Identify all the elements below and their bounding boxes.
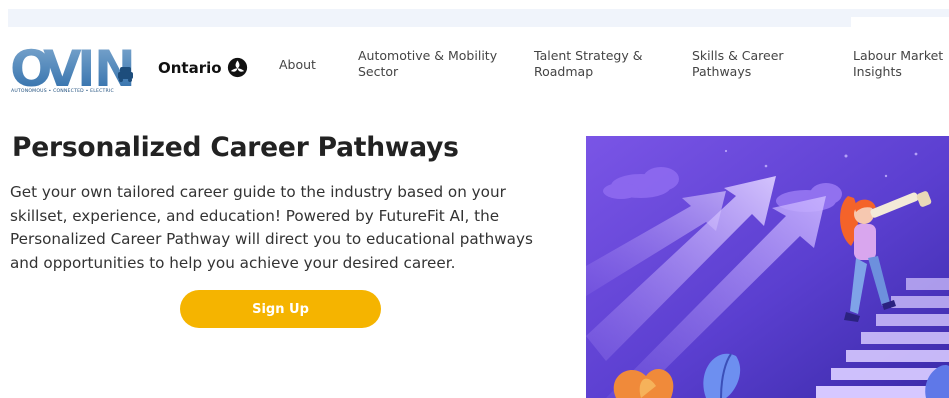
top-strip <box>0 0 949 27</box>
nav-automotive-line-1: Automotive & Mobility <box>358 48 498 63</box>
nav-skills-line-1: Skills & Career <box>692 48 784 63</box>
nav-labour-market-insights[interactable]: Labour Market Insights <box>853 48 943 80</box>
ovin-logo-letters: O V I N <box>10 40 136 98</box>
ovin-logo[interactable]: O V I N AUTONOMOUS • CONNECTED • ELECTRI… <box>10 40 140 98</box>
hero-description: Get your own tailored career guide to th… <box>10 181 570 275</box>
logo-letter-n: N <box>94 44 136 90</box>
ontario-logo[interactable]: Ontario <box>158 57 248 78</box>
nav-talent-line-1: Talent Strategy & <box>534 48 643 63</box>
description-line: Personalized Career Pathway will direct … <box>10 230 533 248</box>
logo-letter-i: I <box>77 44 96 90</box>
nav-automotive-mobility-sector[interactable]: Automotive & Mobility Sector <box>358 48 497 80</box>
nav-automotive-line-2: Sector <box>358 64 399 79</box>
hero-illustration <box>586 136 949 398</box>
nav-about[interactable]: About <box>279 57 316 73</box>
description-line: Get your own tailored career guide to th… <box>10 183 506 201</box>
nav-skills-career-pathways[interactable]: Skills & Career Pathways <box>692 48 784 80</box>
nav-talent-strategy-roadmap[interactable]: Talent Strategy & Roadmap <box>534 48 642 80</box>
nav-skills-line-2: Pathways <box>692 64 752 79</box>
nav-about-label: About <box>279 57 316 72</box>
trillium-icon <box>227 57 247 78</box>
site-header: O V I N AUTONOMOUS • CONNECTED • ELECTRI… <box>0 27 949 102</box>
top-band-right <box>851 9 949 17</box>
description-line: and opportunities to help you achieve yo… <box>10 253 456 272</box>
ontario-wordmark: Ontario <box>158 58 222 77</box>
description-line: skillset, experience, and education! Pow… <box>10 206 500 225</box>
sign-up-button[interactable]: Sign Up <box>180 290 381 328</box>
page-title: Personalized Career Pathways <box>12 132 459 163</box>
nav-talent-line-2: Roadmap <box>534 64 594 79</box>
logo-tagline: AUTONOMOUS • CONNECTED • ELECTRIC <box>11 89 114 94</box>
top-band <box>8 9 851 27</box>
career-illustration-image <box>586 136 949 398</box>
nav-labour-line-1: Labour Market <box>853 48 944 63</box>
nav-labour-line-2: Insights <box>853 64 902 79</box>
